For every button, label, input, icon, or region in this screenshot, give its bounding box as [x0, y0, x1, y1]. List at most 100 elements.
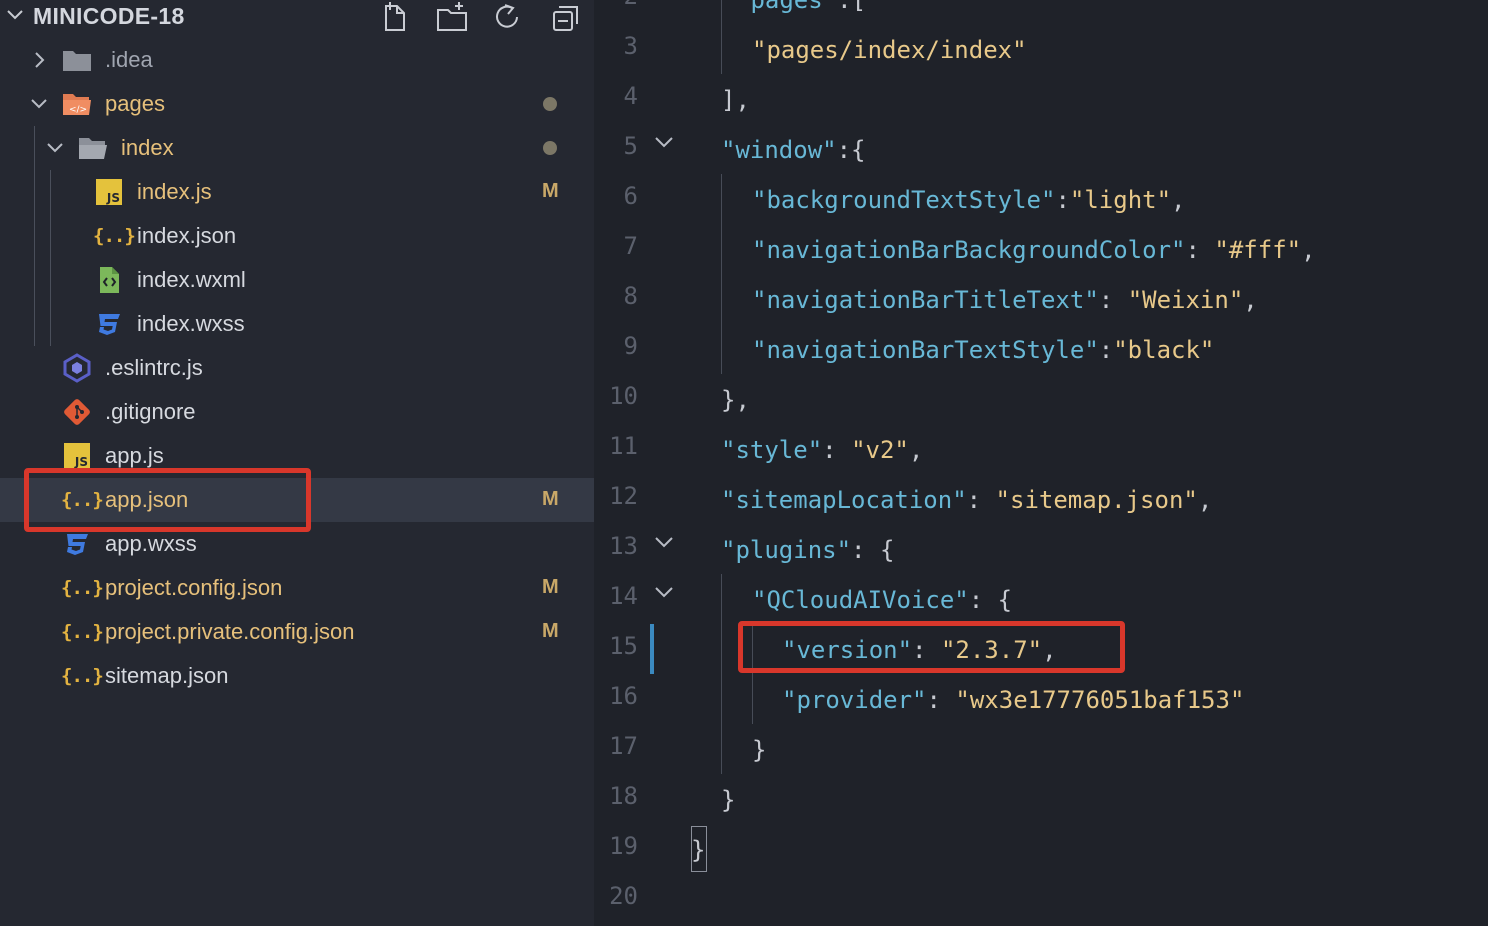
chevron-down-icon[interactable] — [44, 137, 66, 159]
tree-item-idea-folder[interactable]: .idea — [0, 38, 594, 82]
chevron-down-icon[interactable] — [4, 4, 26, 26]
code-text: "window":{ — [721, 136, 866, 164]
explorer-header: MINICODE-18 — [0, 0, 594, 38]
css-file-icon — [93, 308, 125, 340]
code-text: "pages":[ — [736, 0, 867, 14]
chevron-down-icon[interactable] — [28, 93, 50, 115]
line-number: 6 — [623, 182, 638, 210]
tree-item-gitignore[interactable]: .gitignore — [0, 390, 594, 434]
line-number: 19 — [609, 832, 638, 860]
indent-guide — [721, 0, 722, 74]
annotation-highlight-box — [24, 468, 311, 532]
code-line: ], — [721, 75, 750, 125]
code-line: "sitemapLocation": "sitemap.json", — [721, 475, 1212, 525]
tree-item-eslintrc[interactable]: .eslintrc.js — [0, 346, 594, 390]
code-line: "navigationBarTextStyle":"black" — [752, 325, 1214, 375]
line-number: 11 — [609, 432, 638, 460]
line-number: 7 — [623, 232, 638, 260]
tree-item-label: index.json — [137, 223, 237, 248]
tree-item-pages-folder[interactable]: </> pages — [0, 82, 594, 126]
css-file-icon — [61, 528, 93, 560]
tree-item-label: index.js — [137, 179, 212, 204]
tree-item-index-js[interactable]: JS index.js M — [0, 170, 594, 214]
code-line: } — [752, 725, 766, 775]
tree-item-label: project.private.config.json — [105, 619, 355, 644]
tree-item-index-folder[interactable]: index — [0, 126, 594, 170]
tree-item-project-private-config-json[interactable]: {..} project.private.config.json M — [0, 610, 594, 654]
code-line: "QCloudAIVoice": { — [752, 575, 1012, 625]
code-line: "provider": "wx3e17776051baf153" — [782, 675, 1244, 725]
new-folder-icon[interactable] — [435, 0, 469, 34]
tree-item-label: .eslintrc.js — [105, 355, 203, 380]
line-number: 8 — [623, 282, 638, 310]
code-line: "plugins": { — [721, 525, 894, 575]
tree-item-index-wxml[interactable]: index.wxml — [0, 258, 594, 302]
fold-chevron-icon[interactable] — [652, 580, 676, 604]
tree-item-index-json[interactable]: {..} index.json — [0, 214, 594, 258]
git-icon — [61, 396, 93, 428]
project-title[interactable]: MINICODE-18 — [33, 3, 185, 30]
explorer-panel: MINICODE-18 .idea </> pages index JS ind… — [0, 0, 594, 926]
modified-dot — [543, 97, 557, 111]
code-text: "backgroundTextStyle":"light", — [752, 186, 1186, 214]
code-text: "plugins": { — [721, 536, 895, 564]
modified-line-indicator — [650, 624, 654, 674]
code-text: "navigationBarTextStyle":"black" — [752, 336, 1215, 364]
line-number: 13 — [609, 532, 638, 560]
tree-item-index-wxss[interactable]: index.wxss — [0, 302, 594, 346]
code-text: } — [752, 736, 767, 764]
code-text: "sitemapLocation": "sitemap.json", — [721, 486, 1213, 514]
code-line: "pages":[ — [736, 0, 866, 25]
fold-chevron-icon[interactable] — [652, 530, 676, 554]
collapse-all-icon[interactable] — [548, 0, 582, 34]
code-text: } — [721, 786, 736, 814]
tree-item-label: index — [121, 135, 174, 160]
javascript-file-icon: JS — [93, 176, 125, 208]
tree-item-label: app.js — [105, 443, 164, 468]
tree-item-label: pages — [105, 91, 165, 116]
modified-dot — [543, 141, 557, 155]
folder-icon — [61, 44, 93, 76]
chevron-right-icon[interactable] — [28, 49, 50, 71]
line-number: 17 — [609, 732, 638, 760]
line-number: 10 — [609, 382, 638, 410]
git-modified-badge: M — [542, 488, 559, 510]
code-line: "navigationBarTitleText": "Weixin", — [752, 275, 1258, 325]
code-line: "window":{ — [721, 125, 866, 175]
line-number: 3 — [623, 32, 638, 60]
git-modified-badge: M — [542, 620, 559, 642]
indent-guide — [721, 174, 722, 374]
json-file-icon: {..} — [61, 621, 104, 643]
app-window: MINICODE-18 .idea </> pages index JS ind… — [0, 0, 1488, 926]
line-number: 5 — [623, 132, 638, 160]
line-number: 4 — [623, 82, 638, 110]
eslint-icon — [61, 352, 93, 384]
git-modified-badge: M — [542, 576, 559, 598]
json-file-icon: {..} — [61, 665, 104, 687]
code-text: "QCloudAIVoice": { — [752, 586, 1013, 614]
refresh-icon[interactable] — [491, 0, 525, 34]
line-number: 12 — [609, 482, 638, 510]
annotation-highlight-box — [738, 621, 1125, 673]
code-text: ], — [721, 86, 750, 114]
tree-item-label: app.wxss — [105, 531, 197, 556]
json-file-icon: {..} — [93, 225, 136, 247]
json-file-icon: {..} — [61, 577, 104, 599]
bracket-match-highlight — [691, 826, 707, 872]
line-number: 14 — [609, 582, 638, 610]
open-folder-icon — [77, 132, 109, 164]
code-editor[interactable]: 2 3 4 5 6 7 8 9 10 11 12 13 14 15 16 17 … — [594, 0, 1488, 926]
indent-guide — [721, 574, 722, 774]
code-text: "navigationBarTitleText": "Weixin", — [752, 286, 1258, 314]
wxml-file-icon — [93, 264, 125, 296]
git-modified-badge: M — [542, 180, 559, 202]
line-number: 20 — [609, 882, 638, 910]
code-text: "pages/index/index" — [752, 36, 1027, 64]
code-line: } — [721, 775, 735, 825]
tree-item-project-config-json[interactable]: {..} project.config.json M — [0, 566, 594, 610]
line-number: 15 — [609, 632, 638, 660]
tree-item-sitemap-json[interactable]: {..} sitemap.json — [0, 654, 594, 698]
fold-chevron-icon[interactable] — [652, 130, 676, 154]
new-file-icon[interactable] — [378, 0, 412, 34]
code-text: }, — [721, 386, 750, 414]
